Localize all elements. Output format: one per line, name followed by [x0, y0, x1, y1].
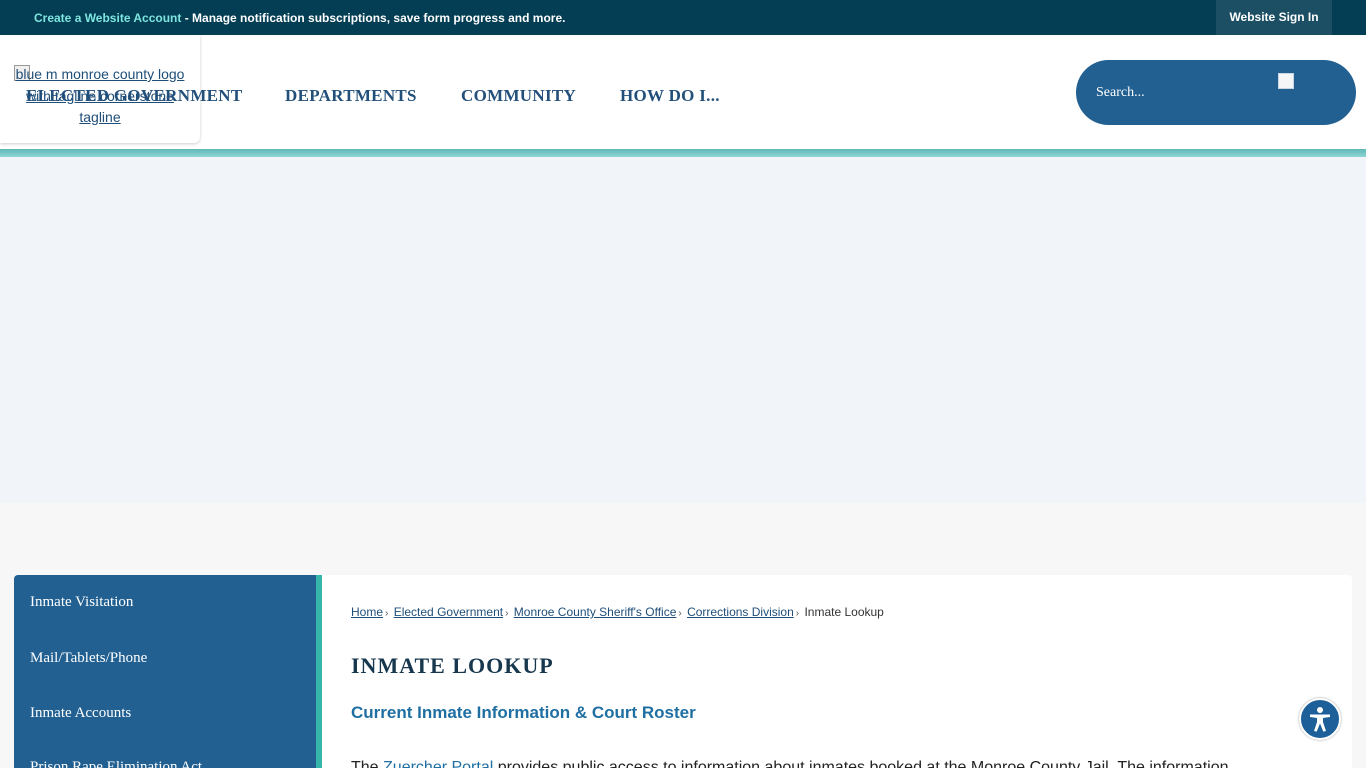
- nav-departments[interactable]: DEPARTMENTS: [285, 86, 417, 106]
- search-icon[interactable]: [1278, 73, 1294, 89]
- account-message-text: - Manage notification subscriptions, sav…: [181, 11, 566, 25]
- header-stripe: [0, 149, 1366, 157]
- page-subtitle: Current Inmate Information & Court Roste…: [351, 703, 696, 722]
- sidebar-item-inmate-visitation[interactable]: Inmate Visitation: [30, 594, 133, 611]
- create-account-link[interactable]: Create a Website Account: [34, 11, 181, 25]
- zuercher-portal-link[interactable]: Zuercher Portal: [383, 759, 493, 768]
- breadcrumb-separator: ›: [505, 608, 509, 619]
- breadcrumb-corrections-division[interactable]: Corrections Division: [687, 605, 794, 619]
- search-input[interactable]: [1096, 82, 1256, 104]
- utility-bar: Create a Website Account - Manage notifi…: [0, 0, 1366, 35]
- account-message: Create a Website Account - Manage notifi…: [34, 11, 565, 25]
- accessibility-button[interactable]: [1299, 698, 1341, 740]
- intro-paragraph: The Zuercher Portal provides public acce…: [351, 759, 1229, 768]
- website-sign-in-button[interactable]: Website Sign In: [1216, 0, 1332, 35]
- nav-how-do-i[interactable]: HOW DO I...: [620, 86, 720, 106]
- breadcrumb-separator: ›: [678, 608, 682, 619]
- breadcrumb-elected-government[interactable]: Elected Government: [394, 605, 503, 619]
- intro-text-rest: provides public access to information ab…: [493, 759, 1229, 768]
- sidebar-item-mail-tablets-phone[interactable]: Mail/Tablets/Phone: [30, 650, 147, 667]
- sidebar-nav: Inmate Visitation Mail/Tablets/Phone Inm…: [14, 575, 316, 768]
- breadcrumb-current: Inmate Lookup: [804, 605, 884, 619]
- nav-elected-government[interactable]: ELECTED GOVERNMENT: [26, 86, 243, 106]
- breadcrumb-sheriffs-office[interactable]: Monroe County Sheriff's Office: [514, 605, 677, 619]
- intro-text-start: The: [351, 759, 384, 768]
- nav-community[interactable]: COMMUNITY: [461, 86, 576, 106]
- breadcrumb-home[interactable]: Home: [351, 605, 383, 619]
- search-box: [1076, 60, 1356, 125]
- sidebar-item-inmate-accounts[interactable]: Inmate Accounts: [30, 705, 131, 722]
- sidebar-item-prison-rape-elimination-act[interactable]: Prison Rape Elimination Act: [30, 759, 202, 768]
- breadcrumb-separator: ›: [795, 608, 800, 619]
- breadcrumb: Home › Elected Government › Monroe County …: [351, 605, 884, 619]
- page-title: INMATE LOOKUP: [351, 653, 554, 678]
- hero-banner: [0, 157, 1366, 503]
- accessibility-icon: [1310, 707, 1330, 732]
- breadcrumb-separator: ›: [385, 608, 389, 619]
- main-content: Home › Elected Government › Monroe County …: [322, 575, 1352, 768]
